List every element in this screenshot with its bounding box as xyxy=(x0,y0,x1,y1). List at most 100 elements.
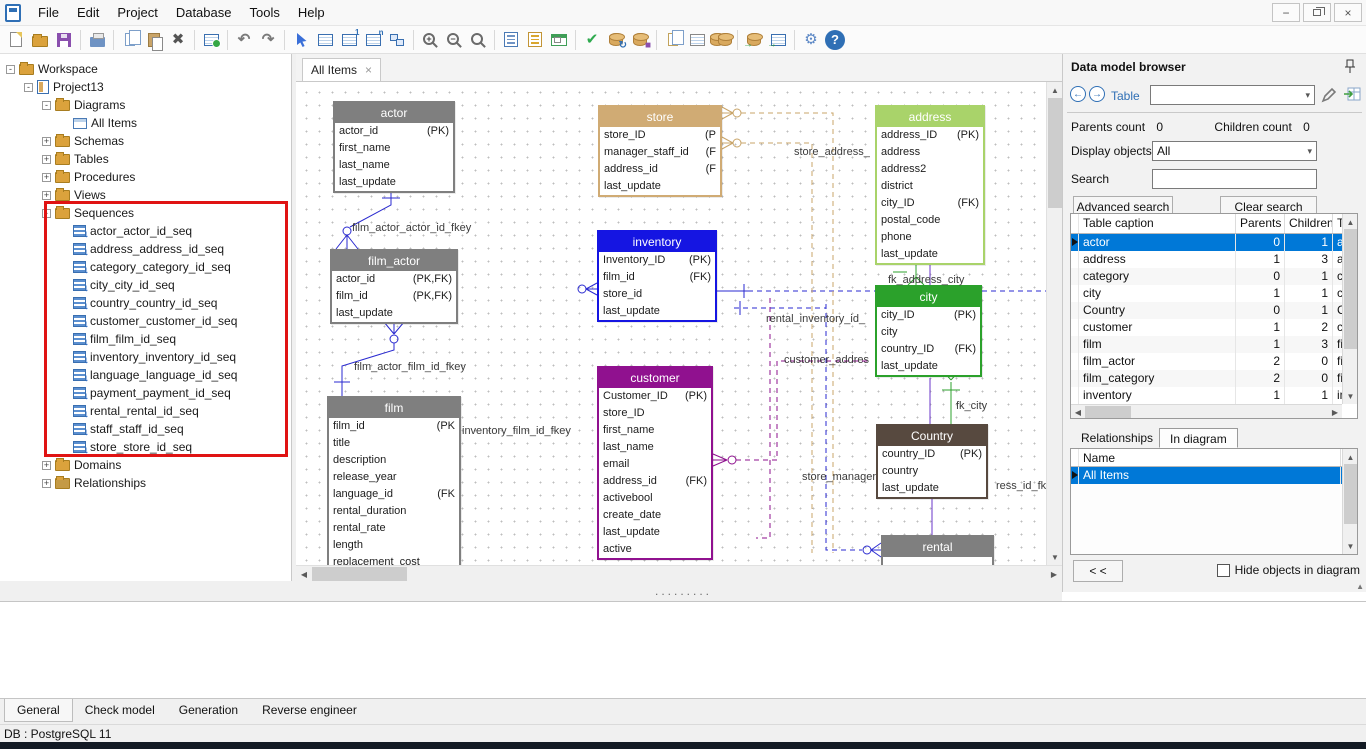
collapse-icon[interactable]: - xyxy=(6,65,15,74)
copy-icon[interactable] xyxy=(118,28,142,52)
model-notes-icon[interactable] xyxy=(499,28,523,52)
merge-models-icon[interactable] xyxy=(709,28,733,52)
canvas-hscroll-thumb[interactable] xyxy=(312,567,407,581)
scroll-right-icon[interactable]: ▶ xyxy=(1046,566,1062,582)
bottom-tab-general[interactable]: General xyxy=(4,699,73,722)
tree-item-procedures[interactable]: +Procedures xyxy=(0,168,291,186)
close-tab-icon[interactable]: × xyxy=(365,63,372,77)
scroll-down-icon[interactable]: ▼ xyxy=(1343,538,1358,554)
menu-database[interactable]: Database xyxy=(167,1,241,24)
minimize-button[interactable]: − xyxy=(1272,3,1300,22)
tree-item-project13[interactable]: -Project13 xyxy=(0,78,291,96)
scroll-left-icon[interactable]: ◀ xyxy=(296,566,312,582)
scroll-down-icon[interactable]: ▼ xyxy=(1047,549,1063,565)
redo-icon[interactable]: ↷ xyxy=(256,28,280,52)
scroll-down-icon[interactable]: ▼ xyxy=(1343,388,1358,404)
zoom-reset-icon[interactable] xyxy=(466,28,490,52)
collapse-icon[interactable]: - xyxy=(42,209,51,218)
tree-item-address_address_id_seq[interactable]: address_address_id_seq xyxy=(0,240,291,258)
table-row-city[interactable]: city11city xyxy=(1071,285,1357,302)
expand-icon[interactable]: + xyxy=(42,173,51,182)
tree-item-category_category_id_seq[interactable]: category_category_id_seq xyxy=(0,258,291,276)
tree-item-staff_staff_id_seq[interactable]: staff_staff_id_seq xyxy=(0,420,291,438)
table-customer[interactable]: customerCustomer_ID(PK)store_IDfirst_nam… xyxy=(597,366,713,560)
close-button[interactable]: × xyxy=(1334,3,1362,22)
grid-vscroll-thumb[interactable] xyxy=(1344,229,1357,349)
diagram-list-item[interactable]: All Items xyxy=(1071,467,1357,484)
table-rental[interactable]: rental xyxy=(881,535,994,565)
reverse-engineer-icon[interactable]: ↻ xyxy=(604,28,628,52)
er-diagram-canvas[interactable]: actoractor_id(PK)first_namelast_namelast… xyxy=(296,82,1046,565)
menu-tools[interactable]: Tools xyxy=(240,1,288,24)
paste-icon[interactable] xyxy=(142,28,166,52)
collapse-panel-button[interactable]: < < xyxy=(1073,560,1123,582)
menu-file[interactable]: File xyxy=(29,1,68,24)
expand-icon[interactable]: + xyxy=(42,137,51,146)
open-model-icon[interactable] xyxy=(28,28,52,52)
table-row-film_actor[interactable]: film_actor20film_actor xyxy=(1071,353,1357,370)
table-combobox[interactable]: ▾ xyxy=(1150,85,1315,105)
table-Country[interactable]: Countrycountry_ID(PK)countrylast_update xyxy=(876,424,988,499)
scroll-right-icon[interactable]: ▶ xyxy=(1328,405,1342,419)
table-address[interactable]: addressaddress_ID(PK)addressaddress2dist… xyxy=(875,105,985,265)
one-to-many-tool-icon[interactable] xyxy=(337,28,361,52)
copy-model-icon[interactable] xyxy=(661,28,685,52)
zoom-in-icon[interactable]: + xyxy=(418,28,442,52)
display-objects-combobox[interactable]: All▾ xyxy=(1152,141,1317,161)
tree-item-all-items[interactable]: All Items xyxy=(0,114,291,132)
restore-button[interactable] xyxy=(1303,3,1331,22)
copy-table-icon[interactable] xyxy=(685,28,709,52)
check-model-icon[interactable]: ✔ xyxy=(580,28,604,52)
table-row-inventory[interactable]: inventory11inventory xyxy=(1071,387,1357,404)
expand-icon[interactable]: + xyxy=(42,191,51,200)
save-model-icon[interactable] xyxy=(52,28,76,52)
tree-item-city_city_id_seq[interactable]: city_city_id_seq xyxy=(0,276,291,294)
table-film_actor[interactable]: film_actoractor_id(PK,FK)film_id(PK,FK)l… xyxy=(330,249,458,324)
menu-edit[interactable]: Edit xyxy=(68,1,108,24)
subdiagram-tool-icon[interactable] xyxy=(385,28,409,52)
tree-item-actor_actor_id_seq[interactable]: actor_actor_id_seq xyxy=(0,222,291,240)
search-input[interactable] xyxy=(1152,169,1317,189)
tree-item-schemas[interactable]: +Schemas xyxy=(0,132,291,150)
tree-item-film_film_id_seq[interactable]: film_film_id_seq xyxy=(0,330,291,348)
edit-pencil-icon[interactable] xyxy=(1321,87,1337,103)
table-row-film_category[interactable]: film_category20film_category xyxy=(1071,370,1357,387)
help-icon[interactable]: ? xyxy=(825,30,845,50)
print-icon[interactable] xyxy=(85,28,109,52)
tree-item-relationships[interactable]: +Relationships xyxy=(0,474,291,492)
tree-item-customer_customer_id_seq[interactable]: customer_customer_id_seq xyxy=(0,312,291,330)
tree-item-store_store_id_seq[interactable]: store_store_id_seq xyxy=(0,438,291,456)
tab-all-items[interactable]: All Items × xyxy=(302,58,381,81)
table-row-Country[interactable]: Country01Country xyxy=(1071,302,1357,319)
tree-item-tables[interactable]: +Tables xyxy=(0,150,291,168)
horizontal-splitter[interactable]: ......... xyxy=(0,581,1062,601)
canvas-vscroll-thumb[interactable] xyxy=(1048,98,1062,208)
table-row-film[interactable]: film13film xyxy=(1071,336,1357,353)
list-vertical-scrollbar[interactable]: ▲ ▼ xyxy=(1342,449,1357,554)
expand-icon[interactable]: + xyxy=(42,155,51,164)
collapse-icon[interactable]: - xyxy=(24,83,33,92)
collapse-icon[interactable]: - xyxy=(42,101,51,110)
table-film[interactable]: filmfilm_id(PKtitledescriptionrelease_ye… xyxy=(327,396,461,565)
tree-item-views[interactable]: +Views xyxy=(0,186,291,204)
undo-icon[interactable]: ↶ xyxy=(232,28,256,52)
canvas-horizontal-scrollbar[interactable]: ◀ ▶ xyxy=(296,565,1062,581)
tree-item-domains[interactable]: +Domains xyxy=(0,456,291,474)
table-store[interactable]: storestore_ID(Pmanager_staff_id(Faddress… xyxy=(598,105,722,197)
form-view-icon[interactable] xyxy=(547,28,571,52)
tree-item-payment_payment_id_seq[interactable]: payment_payment_id_seq xyxy=(0,384,291,402)
grid-vertical-scrollbar[interactable]: ▲ ▼ xyxy=(1342,214,1357,404)
table-actor[interactable]: actoractor_id(PK)first_namelast_namelast… xyxy=(333,101,455,193)
table-inventory[interactable]: inventoryInventory_ID(PK)film_id(FK)stor… xyxy=(597,230,717,322)
nav-forward-button[interactable]: → xyxy=(1089,86,1105,102)
table-row-category[interactable]: category01category xyxy=(1071,268,1357,285)
scroll-up-icon[interactable]: ▲ xyxy=(1343,449,1358,465)
select-tool-icon[interactable] xyxy=(289,28,313,52)
bottom-tab-reverse-engineer[interactable]: Reverse engineer xyxy=(250,699,369,721)
import-table-icon[interactable]: → xyxy=(766,28,790,52)
hide-objects-checkbox[interactable] xyxy=(1217,564,1230,577)
nav-back-button[interactable]: ← xyxy=(1070,86,1086,102)
many-to-one-tool-icon[interactable] xyxy=(361,28,385,52)
table-row-customer[interactable]: customer12customer xyxy=(1071,319,1357,336)
tree-item-diagrams[interactable]: -Diagrams xyxy=(0,96,291,114)
